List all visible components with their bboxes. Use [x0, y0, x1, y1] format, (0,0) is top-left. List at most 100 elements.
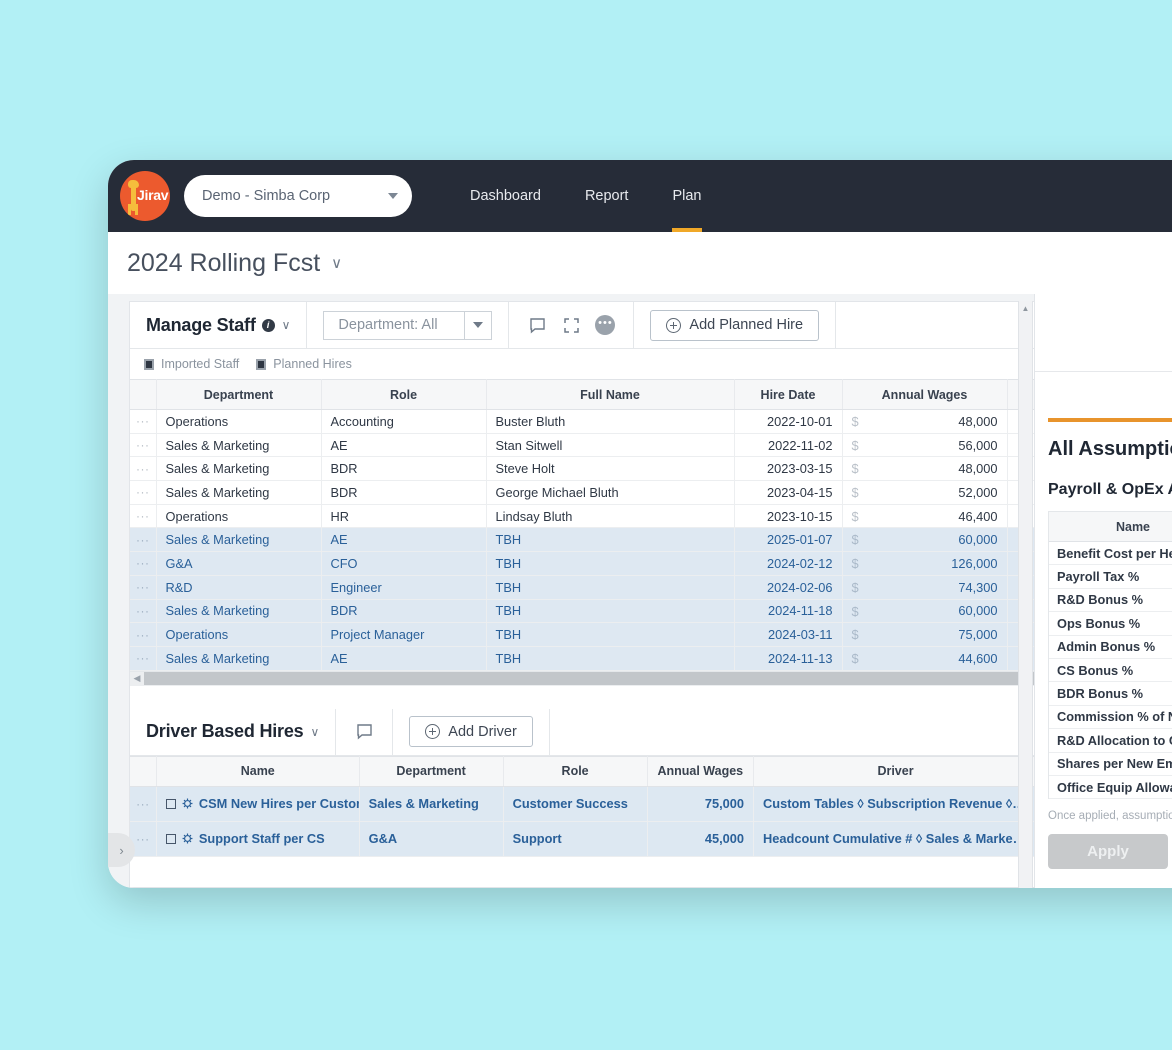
cell-hire-date[interactable]: 2025-01-07 [734, 527, 843, 553]
cell-department[interactable]: Sales & Marketing [156, 456, 322, 482]
cell-full-name[interactable]: George Michael Bluth [486, 480, 735, 505]
table-row[interactable]: ··· Sales & Marketing BDR Steve Holt 2023-03… [130, 456, 1038, 482]
cell-department[interactable]: Operations [156, 504, 322, 529]
cell-department[interactable]: Sales & Marketing [156, 480, 322, 505]
gear-icon[interactable] [182, 833, 193, 844]
cell-driver-department[interactable]: G&A [359, 821, 504, 857]
cell-driver-role[interactable]: Support [503, 821, 648, 857]
cell-annual-wages[interactable]: $52,000 [842, 480, 1008, 505]
cell-role[interactable]: Project Manager [321, 622, 487, 647]
list-item[interactable]: BDR Bonus % [1049, 682, 1172, 706]
table-row[interactable]: ··· Sales & Marketing BDR George Michael Bl… [130, 480, 1038, 505]
department-filter-chevron-down-icon[interactable] [464, 311, 491, 339]
row-checkbox[interactable] [165, 798, 176, 809]
cell-role[interactable]: BDR [321, 599, 487, 624]
info-icon[interactable]: i [261, 318, 275, 332]
add-driver-button[interactable]: Add Driver [409, 716, 533, 748]
cell-role[interactable]: Accounting [321, 409, 487, 434]
manage-staff-title-cell[interactable]: Manage Staff i ∨ [130, 302, 308, 348]
company-selector[interactable]: Demo - Simba Corp [184, 175, 412, 217]
cell-driver-name[interactable]: Support Staff per CS [156, 821, 360, 857]
scroll-left-arrow-icon[interactable]: ◀ [130, 673, 144, 684]
row-handle-icon[interactable]: ··· [130, 575, 157, 600]
cell-driver-formula[interactable]: Headcount Cumulative # ◊ Sales & Marketi… [753, 821, 1038, 857]
cell-annual-wages[interactable]: $56,000 [842, 433, 1008, 458]
row-handle-icon[interactable]: ··· [130, 504, 157, 529]
scroll-up-arrow-icon[interactable]: ▲ [1019, 301, 1032, 315]
row-handle-icon[interactable]: ··· [130, 480, 157, 505]
cell-annual-wages[interactable]: $44,600 [842, 646, 1008, 671]
driver-column-header-driver[interactable]: Driver [753, 755, 1038, 787]
cell-full-name[interactable]: Buster Bluth [486, 409, 735, 434]
list-item[interactable]: Benefit Cost per Head [1049, 542, 1172, 566]
column-header-full-name[interactable]: Full Name [486, 379, 735, 410]
cell-driver-annual-wages[interactable]: 75,000 [647, 786, 755, 822]
cell-hire-date[interactable]: 2022-11-02 [734, 433, 843, 458]
row-handle-icon[interactable]: ··· [130, 433, 157, 458]
cell-department[interactable]: Sales & Marketing [156, 599, 322, 624]
table-row[interactable]: ··· Sales & Marketing AE TBH 2024-11-13 $44,6… [130, 646, 1038, 671]
row-handle-icon[interactable]: ··· [130, 599, 157, 624]
cell-role[interactable]: Engineer [321, 575, 487, 600]
nav-tab-dashboard[interactable]: Dashboard [448, 160, 563, 232]
row-handle-icon[interactable]: ··· [130, 786, 157, 822]
cell-annual-wages[interactable]: $60,000 [842, 527, 1008, 553]
column-header-role[interactable]: Role [321, 379, 487, 410]
jirav-logo[interactable]: Jirav [120, 171, 170, 221]
cell-annual-wages[interactable]: $48,000 [842, 409, 1008, 434]
cell-full-name[interactable]: TBH [486, 575, 735, 600]
driver-column-header-name[interactable]: Name [156, 755, 360, 787]
list-item[interactable]: Office Equip Allowance [1049, 776, 1172, 800]
cell-annual-wages[interactable]: $60,000 [842, 599, 1008, 624]
column-header-annual-wages[interactable]: Annual Wages [842, 379, 1008, 410]
cell-role[interactable]: AE [321, 527, 487, 553]
row-checkbox[interactable] [165, 833, 176, 844]
table-row[interactable]: ··· CSM New Hires per CustomersSales & Ma… [130, 786, 1038, 822]
cell-hire-date[interactable]: 2023-03-15 [734, 456, 843, 482]
staff-table-horizontal-scrollbar[interactable]: ◀ [130, 670, 1038, 686]
cell-hire-date[interactable]: 2024-03-11 [734, 622, 843, 647]
cell-annual-wages[interactable]: $75,000 [842, 622, 1008, 647]
cell-department[interactable]: G&A [156, 551, 322, 576]
row-handle-icon[interactable]: ··· [130, 527, 157, 553]
horizontal-scroll-thumb[interactable] [144, 672, 1037, 686]
cell-driver-name[interactable]: CSM New Hires per Customers [156, 786, 360, 822]
cell-full-name[interactable]: Stan Sitwell [486, 433, 735, 458]
list-item[interactable]: CS Bonus % [1049, 659, 1172, 683]
gear-icon[interactable] [182, 798, 193, 809]
page-title-chevron-down-icon[interactable]: ∨ [331, 254, 342, 272]
add-planned-hire-button[interactable]: Add Planned Hire [650, 309, 820, 341]
cell-role[interactable]: AE [321, 646, 487, 671]
cell-driver-annual-wages[interactable]: 45,000 [647, 821, 755, 857]
cell-department[interactable]: Sales & Marketing [156, 527, 322, 553]
department-filter-select[interactable]: Department: All [323, 310, 493, 340]
table-row[interactable]: ··· Operations Project Manager TBH 2024-03-1… [130, 622, 1038, 647]
driver-based-hires-title-cell[interactable]: Driver Based Hires ∨ [130, 708, 337, 755]
list-item[interactable]: Admin Bonus % [1049, 636, 1172, 659]
driver-column-header-department[interactable]: Department [359, 755, 504, 787]
cell-department[interactable]: R&D [156, 575, 322, 600]
cell-annual-wages[interactable]: $74,300 [842, 575, 1008, 600]
cell-full-name[interactable]: TBH [486, 551, 735, 576]
cell-annual-wages[interactable]: $126,000 [842, 551, 1008, 576]
cell-role[interactable]: HR [321, 504, 487, 529]
apply-button[interactable]: Apply [1048, 834, 1168, 870]
row-handle-icon[interactable]: ··· [130, 646, 157, 671]
list-item[interactable]: R&D Bonus % [1049, 589, 1172, 613]
column-header-department[interactable]: Department [156, 379, 322, 410]
row-handle-icon[interactable]: ··· [130, 409, 157, 434]
list-item[interactable]: Ops Bonus % [1049, 612, 1172, 636]
row-handle-icon[interactable]: ··· [130, 622, 157, 647]
cell-hire-date[interactable]: 2022-10-01 [734, 409, 843, 434]
table-row[interactable]: ··· Sales & Marketing AE TBH 2025-01-07 $60,0… [130, 527, 1038, 553]
list-item[interactable]: R&D Allocation to COGS % [1049, 729, 1172, 753]
table-row[interactable]: ··· Operations Accounting Buster Bluth 2022-… [130, 409, 1038, 434]
table-row[interactable]: ··· R&D Engineer TBH 2024-02-06 $74,300 [130, 575, 1038, 600]
comment-icon[interactable] [352, 720, 376, 744]
nav-tab-report[interactable]: Report [563, 160, 651, 232]
row-handle-icon[interactable]: ··· [130, 456, 157, 482]
cell-department[interactable]: Sales & Marketing [156, 646, 322, 671]
cell-department[interactable]: Operations [156, 409, 322, 434]
cell-role[interactable]: CFO [321, 551, 487, 576]
cell-hire-date[interactable]: 2024-11-13 [734, 646, 843, 671]
